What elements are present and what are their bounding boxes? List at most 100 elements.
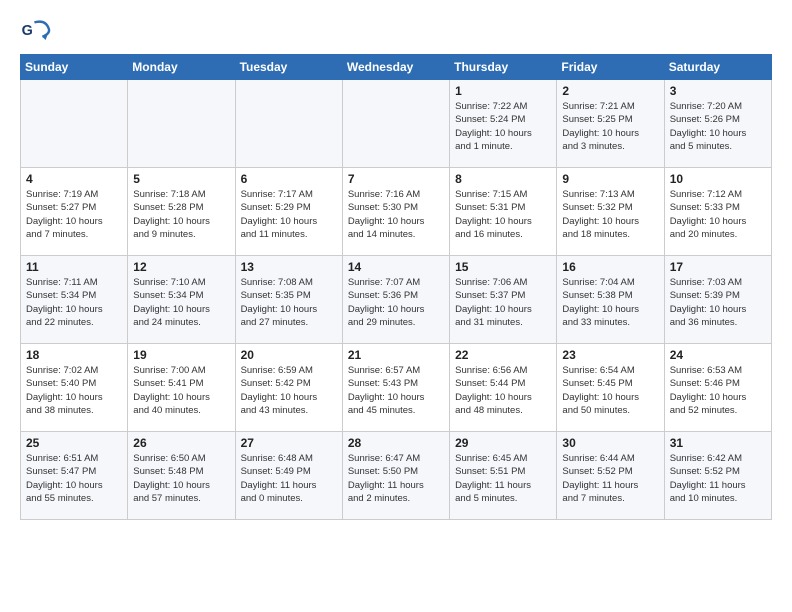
day-number: 1 xyxy=(455,84,551,98)
calendar-cell: 26 Sunrise: 6:50 AM Sunset: 5:48 PM Dayli… xyxy=(128,432,235,520)
day-number: 28 xyxy=(348,436,444,450)
calendar-cell: 24 Sunrise: 6:53 AM Sunset: 5:46 PM Dayli… xyxy=(664,344,771,432)
day-info: Sunrise: 6:53 AM Sunset: 5:46 PM Dayligh… xyxy=(670,364,766,417)
calendar-cell: 27Sunrise: 6:48 AM Sunset: 5:49 PM Dayli… xyxy=(235,432,342,520)
calendar-cell: 30 Sunrise: 6:44 AM Sunset: 5:52 PM Dayli… xyxy=(557,432,664,520)
calendar-cell: 13Sunrise: 7:08 AM Sunset: 5:35 PM Dayli… xyxy=(235,256,342,344)
day-number: 20 xyxy=(241,348,337,362)
calendar-cell: 11 Sunrise: 7:11 AM Sunset: 5:34 PM Dayli… xyxy=(21,256,128,344)
day-number: 16 xyxy=(562,260,658,274)
day-number: 2 xyxy=(562,84,658,98)
weekday-wednesday: Wednesday xyxy=(342,55,449,80)
calendar-cell: 4 Sunrise: 7:19 AM Sunset: 5:27 PM Daylig… xyxy=(21,168,128,256)
day-info: Sunrise: 6:44 AM Sunset: 5:52 PM Dayligh… xyxy=(562,452,658,505)
day-number: 23 xyxy=(562,348,658,362)
day-number: 8 xyxy=(455,172,551,186)
day-info: Sunrise: 7:19 AM Sunset: 5:27 PM Dayligh… xyxy=(26,188,122,241)
calendar-cell: 19 Sunrise: 7:00 AM Sunset: 5:41 PM Dayli… xyxy=(128,344,235,432)
day-number: 24 xyxy=(670,348,766,362)
calendar-cell: 23 Sunrise: 6:54 AM Sunset: 5:45 PM Dayli… xyxy=(557,344,664,432)
day-number: 12 xyxy=(133,260,229,274)
calendar-cell: 2 Sunrise: 7:21 AM Sunset: 5:25 PM Daylig… xyxy=(557,80,664,168)
day-info: Sunrise: 7:20 AM Sunset: 5:26 PM Dayligh… xyxy=(670,100,766,153)
calendar-cell: 3 Sunrise: 7:20 AM Sunset: 5:26 PM Daylig… xyxy=(664,80,771,168)
day-number: 31 xyxy=(670,436,766,450)
calendar-cell: 1 Sunrise: 7:22 AM Sunset: 5:24 PM Daylig… xyxy=(450,80,557,168)
day-info: Sunrise: 7:04 AM Sunset: 5:38 PM Dayligh… xyxy=(562,276,658,329)
weekday-thursday: Thursday xyxy=(450,55,557,80)
logo-icon: G xyxy=(20,16,52,48)
calendar-cell: 8 Sunrise: 7:15 AM Sunset: 5:31 PM Daylig… xyxy=(450,168,557,256)
weekday-monday: Monday xyxy=(128,55,235,80)
day-info: Sunrise: 7:00 AM Sunset: 5:41 PM Dayligh… xyxy=(133,364,229,417)
day-info: Sunrise: 7:03 AM Sunset: 5:39 PM Dayligh… xyxy=(670,276,766,329)
calendar-cell: 10Sunrise: 7:12 AM Sunset: 5:33 PM Dayli… xyxy=(664,168,771,256)
calendar-week-2: 11 Sunrise: 7:11 AM Sunset: 5:34 PM Dayli… xyxy=(21,256,772,344)
calendar-cell: 31 Sunrise: 6:42 AM Sunset: 5:52 PM Dayli… xyxy=(664,432,771,520)
calendar-table: SundayMondayTuesdayWednesdayThursdayFrid… xyxy=(20,54,772,520)
weekday-header-row: SundayMondayTuesdayWednesdayThursdayFrid… xyxy=(21,55,772,80)
day-number: 29 xyxy=(455,436,551,450)
calendar-cell: 20 Sunrise: 6:59 AM Sunset: 5:42 PM Dayli… xyxy=(235,344,342,432)
day-number: 17 xyxy=(670,260,766,274)
weekday-saturday: Saturday xyxy=(664,55,771,80)
calendar-body: 1 Sunrise: 7:22 AM Sunset: 5:24 PM Daylig… xyxy=(21,80,772,520)
day-info: Sunrise: 6:47 AM Sunset: 5:50 PM Dayligh… xyxy=(348,452,444,505)
day-info: Sunrise: 6:54 AM Sunset: 5:45 PM Dayligh… xyxy=(562,364,658,417)
day-info: Sunrise: 6:59 AM Sunset: 5:42 PM Dayligh… xyxy=(241,364,337,417)
calendar-cell: 6Sunrise: 7:17 AM Sunset: 5:29 PM Daylig… xyxy=(235,168,342,256)
day-info: Sunrise: 7:22 AM Sunset: 5:24 PM Dayligh… xyxy=(455,100,551,153)
day-info: Sunrise: 7:07 AM Sunset: 5:36 PM Dayligh… xyxy=(348,276,444,329)
day-number: 26 xyxy=(133,436,229,450)
day-info: Sunrise: 7:12 AM Sunset: 5:33 PM Dayligh… xyxy=(670,188,766,241)
calendar-week-4: 25Sunrise: 6:51 AM Sunset: 5:47 PM Dayli… xyxy=(21,432,772,520)
day-info: Sunrise: 7:15 AM Sunset: 5:31 PM Dayligh… xyxy=(455,188,551,241)
calendar-cell xyxy=(235,80,342,168)
calendar-cell: 7Sunrise: 7:16 AM Sunset: 5:30 PM Daylig… xyxy=(342,168,449,256)
calendar-cell: 14 Sunrise: 7:07 AM Sunset: 5:36 PM Dayli… xyxy=(342,256,449,344)
calendar-week-0: 1 Sunrise: 7:22 AM Sunset: 5:24 PM Daylig… xyxy=(21,80,772,168)
day-info: Sunrise: 6:50 AM Sunset: 5:48 PM Dayligh… xyxy=(133,452,229,505)
day-number: 18 xyxy=(26,348,122,362)
calendar-cell: 16 Sunrise: 7:04 AM Sunset: 5:38 PM Dayli… xyxy=(557,256,664,344)
day-info: Sunrise: 7:13 AM Sunset: 5:32 PM Dayligh… xyxy=(562,188,658,241)
day-info: Sunrise: 6:48 AM Sunset: 5:49 PM Dayligh… xyxy=(241,452,337,505)
day-number: 15 xyxy=(455,260,551,274)
svg-text:G: G xyxy=(22,23,33,39)
day-number: 21 xyxy=(348,348,444,362)
day-number: 3 xyxy=(670,84,766,98)
calendar-cell xyxy=(21,80,128,168)
day-info: Sunrise: 7:18 AM Sunset: 5:28 PM Dayligh… xyxy=(133,188,229,241)
day-number: 6 xyxy=(241,172,337,186)
day-number: 22 xyxy=(455,348,551,362)
calendar-cell: 21Sunrise: 6:57 AM Sunset: 5:43 PM Dayli… xyxy=(342,344,449,432)
day-number: 25 xyxy=(26,436,122,450)
day-number: 5 xyxy=(133,172,229,186)
calendar-week-1: 4 Sunrise: 7:19 AM Sunset: 5:27 PM Daylig… xyxy=(21,168,772,256)
calendar-cell: 22 Sunrise: 6:56 AM Sunset: 5:44 PM Dayli… xyxy=(450,344,557,432)
calendar-cell: 18Sunrise: 7:02 AM Sunset: 5:40 PM Dayli… xyxy=(21,344,128,432)
calendar-cell xyxy=(128,80,235,168)
day-number: 13 xyxy=(241,260,337,274)
calendar-header: SundayMondayTuesdayWednesdayThursdayFrid… xyxy=(21,55,772,80)
day-info: Sunrise: 7:21 AM Sunset: 5:25 PM Dayligh… xyxy=(562,100,658,153)
calendar-cell: 15Sunrise: 7:06 AM Sunset: 5:37 PM Dayli… xyxy=(450,256,557,344)
weekday-tuesday: Tuesday xyxy=(235,55,342,80)
calendar-cell: 25Sunrise: 6:51 AM Sunset: 5:47 PM Dayli… xyxy=(21,432,128,520)
page-header: G xyxy=(20,16,772,48)
weekday-sunday: Sunday xyxy=(21,55,128,80)
day-number: 30 xyxy=(562,436,658,450)
day-number: 14 xyxy=(348,260,444,274)
day-number: 11 xyxy=(26,260,122,274)
day-info: Sunrise: 6:45 AM Sunset: 5:51 PM Dayligh… xyxy=(455,452,551,505)
day-info: Sunrise: 7:11 AM Sunset: 5:34 PM Dayligh… xyxy=(26,276,122,329)
day-info: Sunrise: 6:42 AM Sunset: 5:52 PM Dayligh… xyxy=(670,452,766,505)
day-number: 19 xyxy=(133,348,229,362)
day-number: 7 xyxy=(348,172,444,186)
calendar-week-3: 18Sunrise: 7:02 AM Sunset: 5:40 PM Dayli… xyxy=(21,344,772,432)
day-info: Sunrise: 7:10 AM Sunset: 5:34 PM Dayligh… xyxy=(133,276,229,329)
day-info: Sunrise: 6:56 AM Sunset: 5:44 PM Dayligh… xyxy=(455,364,551,417)
day-number: 4 xyxy=(26,172,122,186)
logo: G xyxy=(20,16,56,48)
calendar-cell: 28 Sunrise: 6:47 AM Sunset: 5:50 PM Dayli… xyxy=(342,432,449,520)
